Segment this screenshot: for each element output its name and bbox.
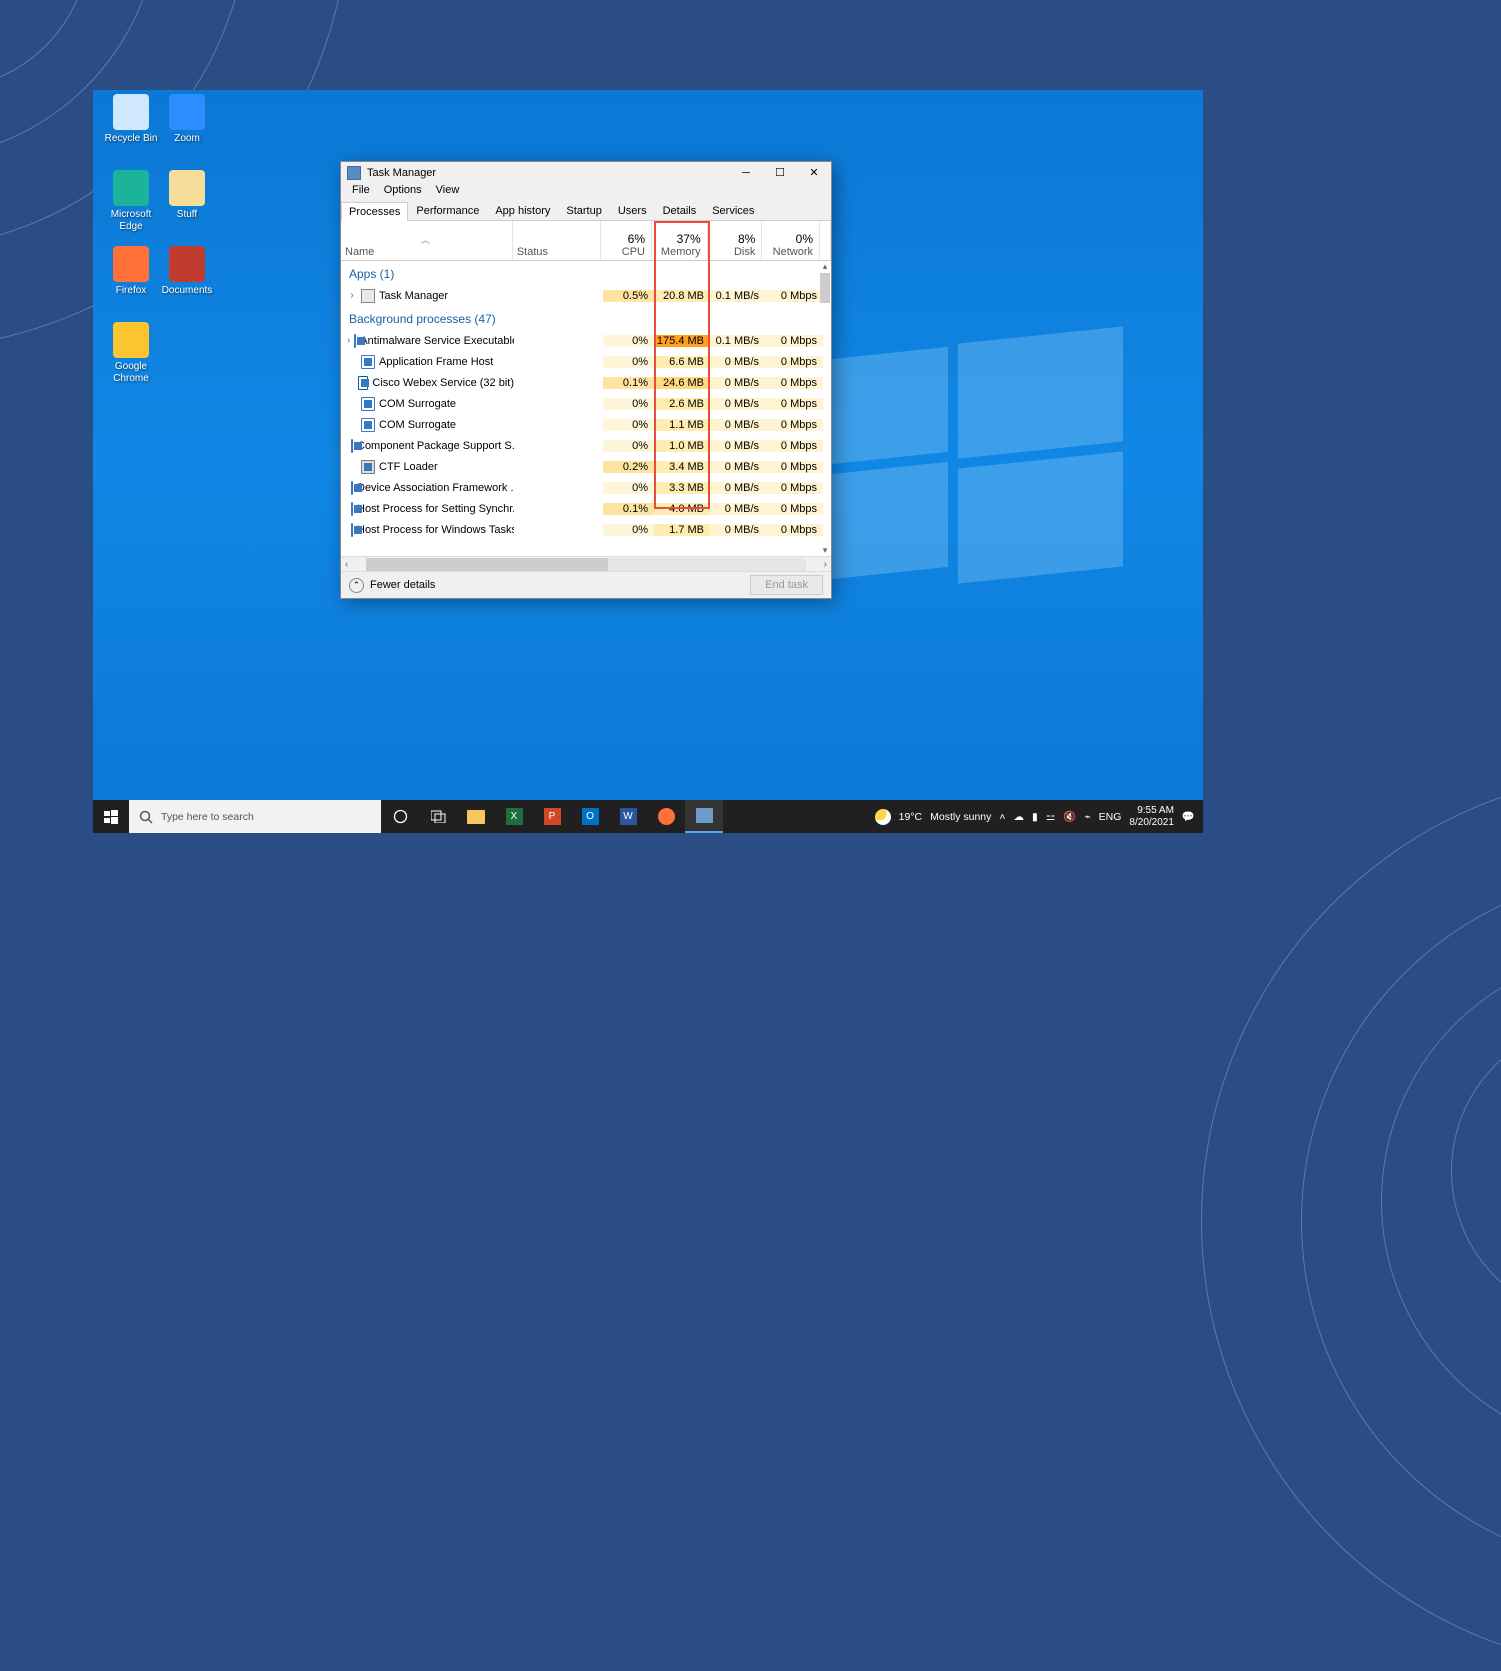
menu-file[interactable]: File	[345, 183, 377, 201]
cortana-icon[interactable]	[381, 800, 419, 833]
task-manager-window[interactable]: Task Manager ─ ☐ ✕ FileOptionsView Proce…	[340, 161, 832, 599]
outlook-icon[interactable]: O	[571, 800, 609, 833]
titlebar[interactable]: Task Manager ─ ☐ ✕	[341, 162, 831, 183]
lang-indicator[interactable]: ENG	[1099, 811, 1122, 823]
notifications-icon[interactable]: 💬	[1182, 810, 1195, 823]
menu-view[interactable]: View	[429, 183, 467, 201]
horizontal-scrollbar[interactable]: ‹ ›	[341, 556, 831, 571]
process-row[interactable]: CTF Loader0.2%3.4 MB0 MB/s0 Mbps	[341, 456, 831, 477]
bg-arc	[1451, 1021, 1501, 1321]
fewer-details-link[interactable]: Fewer details	[370, 579, 435, 591]
tab-processes[interactable]: Processes	[341, 202, 408, 221]
bg-arc	[1381, 951, 1501, 1451]
clock[interactable]: 9:55 AM 8/20/2021	[1129, 805, 1174, 829]
word-icon[interactable]: W	[609, 800, 647, 833]
bluetooth-icon[interactable]: ⌁	[1084, 811, 1090, 823]
desktop: Recycle BinZoom Microsoft EdgeStuff Firefo…	[93, 90, 1203, 833]
bg-arc	[1301, 871, 1501, 1571]
desktop-icon-stuff[interactable]: Stuff	[155, 170, 219, 221]
weather-icon[interactable]	[875, 809, 891, 825]
taskview-icon[interactable]	[419, 800, 457, 833]
process-row[interactable]: ›Antimalware Service Executable0%175.4 M…	[341, 330, 831, 351]
col-disk[interactable]: 8% Disk	[708, 221, 763, 260]
battery-icon[interactable]: ▮	[1032, 811, 1038, 823]
window-title: Task Manager	[367, 167, 436, 179]
desktop-icon-zoom[interactable]: Zoom	[155, 94, 219, 145]
desktop-icon-documents[interactable]: Documents	[155, 246, 219, 297]
process-row[interactable]: Device Association Framework ...0%3.3 MB…	[341, 477, 831, 498]
process-row[interactable]: Host Process for Windows Tasks0%1.7 MB0 …	[341, 519, 831, 540]
onedrive-icon[interactable]: ☁	[1014, 811, 1025, 823]
menubar: FileOptionsView	[341, 183, 831, 201]
end-task-button[interactable]: End task	[750, 575, 823, 595]
taskmanager-taskbar-icon[interactable]	[685, 800, 723, 833]
group-bg-processes: Background processes (47)	[341, 306, 831, 330]
process-row[interactable]: COM Surrogate0%2.6 MB0 MB/s0 Mbps	[341, 393, 831, 414]
col-memory[interactable]: 37% Memory	[652, 221, 708, 260]
process-list: ︿ Name Status 6% CPU 37% Memory 8% Disk	[341, 221, 831, 571]
search-input[interactable]: Type here to search	[129, 800, 381, 833]
search-placeholder: Type here to search	[161, 811, 254, 823]
tabs: ProcessesPerformanceApp historyStartupUs…	[341, 201, 831, 221]
tray-chevron-icon[interactable]: ˄	[999, 811, 1005, 823]
vertical-scrollbar[interactable]: ▴ ▾	[819, 261, 831, 556]
process-row[interactable]: Host Process for Setting Synchr...0.1%4.…	[341, 498, 831, 519]
col-network[interactable]: 0% Network	[762, 221, 820, 260]
process-row[interactable]: COM Surrogate0%1.1 MB0 MB/s0 Mbps	[341, 414, 831, 435]
explorer-icon[interactable]	[457, 800, 495, 833]
desktop-icon-google-chrome[interactable]: Google Chrome	[99, 322, 163, 385]
tab-performance[interactable]: Performance	[408, 201, 487, 220]
col-cpu[interactable]: 6% CPU	[601, 221, 652, 260]
taskbar: Type here to search X P O W 19°C Mostly …	[93, 800, 1203, 833]
col-status[interactable]: Status	[513, 221, 601, 260]
col-name[interactable]: ︿ Name	[341, 221, 513, 260]
powerpoint-icon[interactable]: P	[533, 800, 571, 833]
maximize-button[interactable]: ☐	[763, 162, 797, 183]
minimize-button[interactable]: ─	[729, 162, 763, 183]
bg-arc	[1201, 771, 1501, 1671]
menu-options[interactable]: Options	[377, 183, 429, 201]
bg-arc	[0, 0, 90, 90]
firefox-icon[interactable]	[647, 800, 685, 833]
weather-temp[interactable]: 19°C	[899, 811, 922, 823]
search-icon	[139, 810, 153, 824]
tab-services[interactable]: Services	[704, 201, 762, 220]
footer: ⌃ Fewer details End task	[341, 571, 831, 598]
system-tray: 19°C Mostly sunny ˄ ☁ ▮ ⚍ 🔇 ⌁ ENG 9:55 A…	[867, 800, 1203, 833]
chevron-up-icon: ⌃	[349, 578, 364, 593]
windows-logo	[793, 335, 1123, 585]
close-button[interactable]: ✕	[797, 162, 831, 183]
tab-users[interactable]: Users	[610, 201, 655, 220]
volume-icon[interactable]: 🔇	[1063, 810, 1076, 823]
desktop-icon-microsoft-edge[interactable]: Microsoft Edge	[99, 170, 163, 233]
process-row[interactable]: Cisco Webex Service (32 bit)0.1%24.6 MB0…	[341, 372, 831, 393]
excel-icon[interactable]: X	[495, 800, 533, 833]
windows-icon	[104, 810, 118, 824]
tab-startup[interactable]: Startup	[558, 201, 609, 220]
wifi-icon[interactable]: ⚍	[1046, 811, 1055, 823]
process-row[interactable]: Application Frame Host0%6.6 MB0 MB/s0 Mb…	[341, 351, 831, 372]
weather-cond[interactable]: Mostly sunny	[930, 811, 991, 823]
tab-app-history[interactable]: App history	[487, 201, 558, 220]
start-button[interactable]	[93, 800, 129, 833]
desktop-icon-recycle-bin[interactable]: Recycle Bin	[99, 94, 163, 145]
desktop-icon-firefox[interactable]: Firefox	[99, 246, 163, 297]
process-row[interactable]: Component Package Support S...0%1.0 MB0 …	[341, 435, 831, 456]
tm-icon	[347, 166, 361, 180]
tab-details[interactable]: Details	[655, 201, 705, 220]
process-row[interactable]: ›Task Manager0.5%20.8 MB0.1 MB/s0 Mbps	[341, 285, 831, 306]
column-headers: ︿ Name Status 6% CPU 37% Memory 8% Disk	[341, 221, 831, 261]
group-apps: Apps (1)	[341, 261, 831, 285]
